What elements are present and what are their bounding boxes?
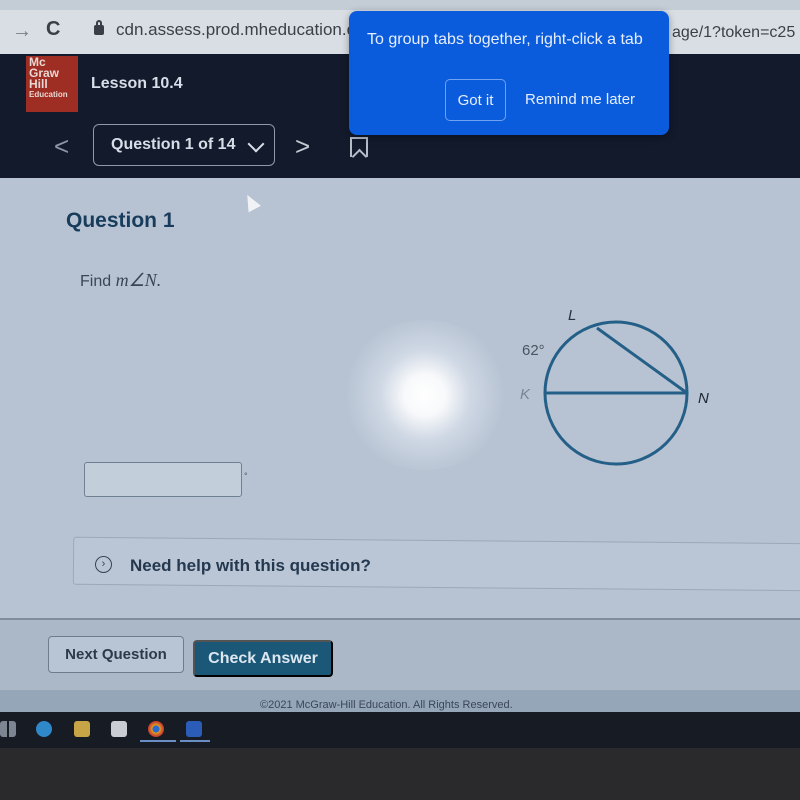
logo-line: Education xyxy=(29,90,68,99)
next-question-button[interactable]: Next Question xyxy=(48,636,184,673)
reload-icon[interactable]: C xyxy=(46,18,60,41)
store-icon[interactable] xyxy=(111,721,127,737)
next-question-arrow-button[interactable]: > xyxy=(295,131,310,162)
prompt-math: m∠N. xyxy=(115,270,162,290)
lock-icon[interactable] xyxy=(94,20,104,35)
forward-icon[interactable]: → xyxy=(12,20,32,43)
tab-group-tip-popup: To group tabs together, right-click a ta… xyxy=(349,11,669,135)
chrome-browser-icon[interactable] xyxy=(148,721,164,737)
active-app-indicator xyxy=(180,740,210,742)
edge-browser-icon[interactable] xyxy=(36,721,52,737)
point-label-l: L xyxy=(568,307,577,324)
chord-ln xyxy=(596,326,688,395)
chevron-down-icon xyxy=(247,135,265,153)
point-label-k: K xyxy=(520,386,531,403)
copyright-text: ©2021 McGraw-Hill Education. All Rights … xyxy=(260,699,513,711)
arc-measure-label: 62° xyxy=(522,342,545,359)
desk-surface xyxy=(0,748,800,800)
active-app-indicator xyxy=(140,740,176,742)
answer-input[interactable] xyxy=(84,462,242,497)
mcgraw-hill-logo: Mc Graw Hill Education xyxy=(26,56,78,112)
point-label-n: N xyxy=(698,390,709,407)
question-selector-dropdown[interactable]: Question 1 of 14 xyxy=(93,124,275,166)
browser-tab-strip xyxy=(0,0,800,10)
logo-line: Hill xyxy=(29,77,48,91)
word-icon[interactable] xyxy=(186,721,202,737)
previous-question-button[interactable]: < xyxy=(54,131,69,162)
circle-figure: L K N 62° xyxy=(500,300,740,480)
lesson-title: Lesson 10.4 xyxy=(91,75,183,92)
check-answer-button[interactable]: Check Answer xyxy=(193,640,333,677)
got-it-button[interactable]: Got it xyxy=(445,79,506,121)
screen-glare xyxy=(340,320,510,470)
file-explorer-icon[interactable] xyxy=(74,721,90,737)
question-heading: Question 1 xyxy=(66,209,175,232)
windows-start-icon[interactable] xyxy=(0,721,16,737)
url-tail-text[interactable]: age/1?token=c25 xyxy=(672,24,795,42)
question-selector-label: Question 1 of 14 xyxy=(111,136,236,153)
degree-unit-label: ° xyxy=(244,471,248,481)
url-text[interactable]: cdn.assess.prod.mheducation.com xyxy=(116,20,379,40)
question-prompt: Find m∠N. xyxy=(80,270,161,291)
prompt-prefix: Find xyxy=(80,273,116,290)
expand-chevron-icon[interactable]: › xyxy=(95,556,112,573)
popup-message: To group tabs together, right-click a ta… xyxy=(367,31,643,48)
need-help-link[interactable]: Need help with this question? xyxy=(130,556,371,576)
bookmark-icon[interactable] xyxy=(350,137,368,157)
remind-me-later-button[interactable]: Remind me later xyxy=(525,91,635,108)
